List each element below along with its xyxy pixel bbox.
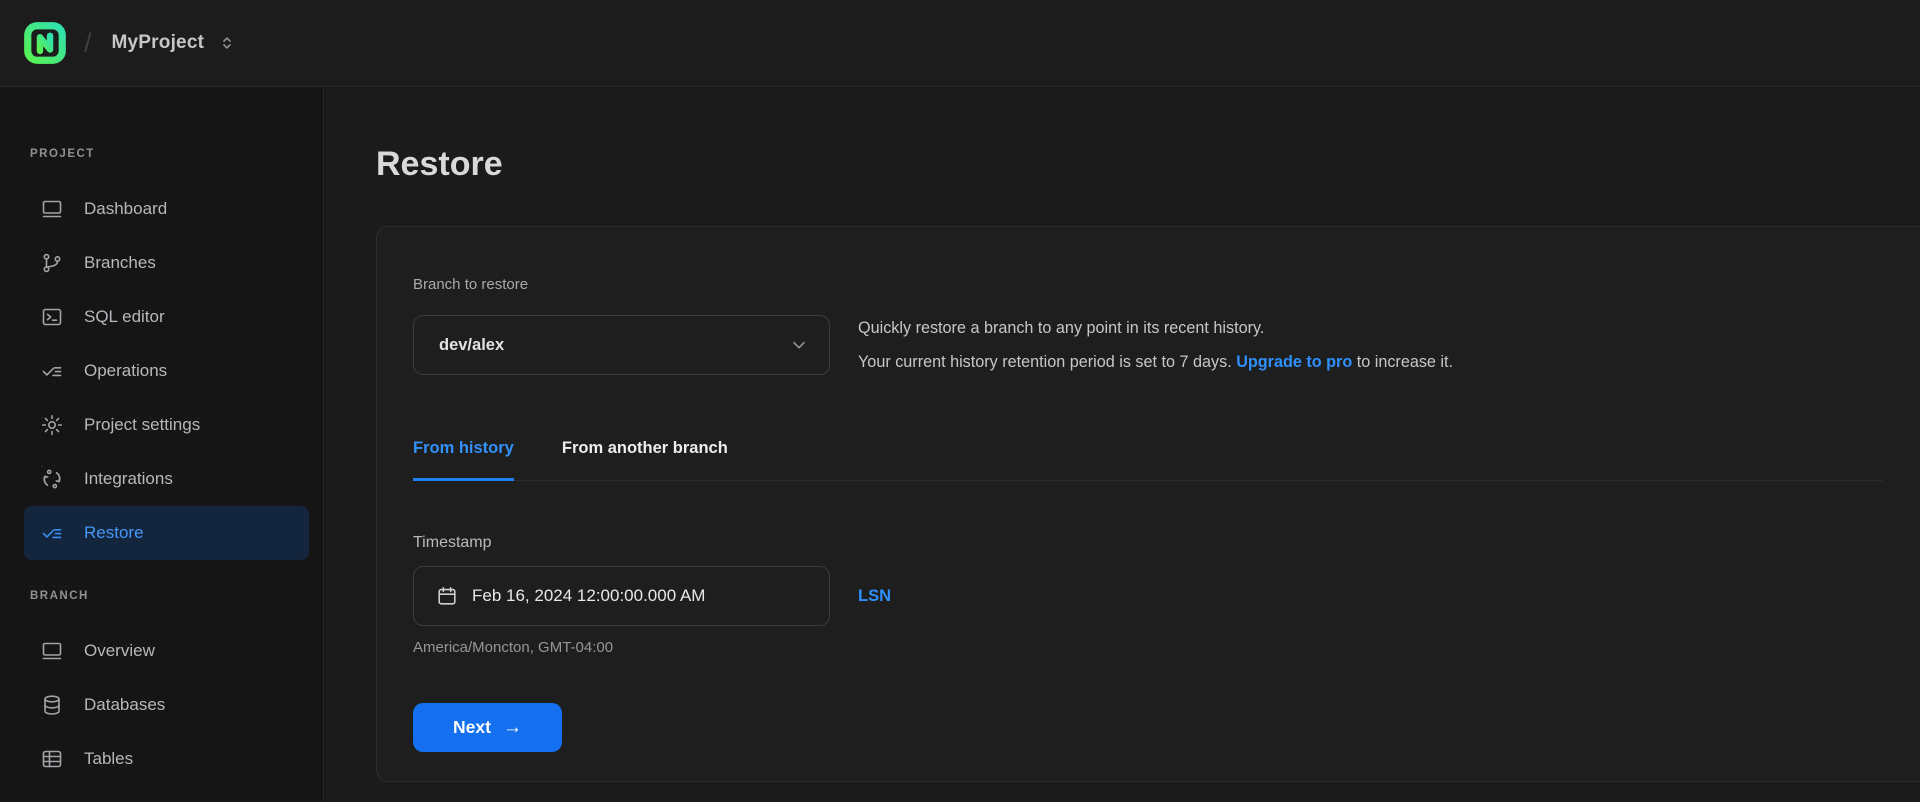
restore-description: Quickly restore a branch to any point in… xyxy=(858,311,1453,379)
window-icon xyxy=(42,642,62,660)
terminal-icon xyxy=(42,308,62,326)
integrations-icon xyxy=(43,469,61,489)
chevrons-up-down-icon xyxy=(223,37,231,49)
sidebar-item-integrations[interactable]: Integrations xyxy=(24,452,309,506)
sidebar-item-project-settings[interactable]: Project settings xyxy=(24,398,309,452)
main-content: Restore Branch to restore dev/alex Quick… xyxy=(325,88,1920,802)
project-name: MyProject xyxy=(111,32,205,53)
chevron-down-icon xyxy=(793,341,805,349)
sidebar-item-overview[interactable]: Overview xyxy=(24,624,309,678)
timestamp-input[interactable]: Feb 16, 2024 12:00:00.000 AM xyxy=(413,566,830,626)
sidebar-item-partial[interactable] xyxy=(24,786,309,802)
restore-checklist-icon xyxy=(42,529,62,539)
sidebar-item-label: Databases xyxy=(84,695,166,714)
restore-panel: Branch to restore dev/alex Quickly resto… xyxy=(376,226,1920,782)
upgrade-to-pro-link[interactable]: Upgrade to pro xyxy=(1236,353,1352,371)
next-button[interactable]: Next → xyxy=(413,703,562,752)
sidebar-item-label: Dashboard xyxy=(84,199,168,218)
timestamp-label: Timestamp xyxy=(413,534,492,551)
git-branch-icon xyxy=(43,253,61,273)
sidebar-item-label: Overview xyxy=(84,641,155,660)
branch-select-value: dev/alex xyxy=(439,335,505,354)
sidebar-section-project: PROJECT xyxy=(30,148,95,160)
timestamp-value: Feb 16, 2024 12:00:00.000 AM xyxy=(472,586,706,605)
sidebar-item-databases[interactable]: Databases xyxy=(24,678,309,732)
branch-select-label: Branch to restore xyxy=(413,276,529,293)
dashboard-icon xyxy=(42,200,62,218)
arrow-right-icon: → xyxy=(502,716,522,738)
next-button-label: Next xyxy=(453,717,491,737)
description-line1: Quickly restore a branch to any point in… xyxy=(858,319,1265,337)
database-icon xyxy=(44,695,60,715)
breadcrumb-separator: / xyxy=(84,27,92,58)
tab-from-another-branch[interactable]: From another branch xyxy=(562,437,728,481)
tab-from-history[interactable]: From history xyxy=(413,437,514,481)
sidebar-item-label: Tables xyxy=(84,749,134,768)
description-line2-suffix: to increase it. xyxy=(1352,353,1454,371)
sidebar: PROJECT Dashboard Branches SQL editor Op… xyxy=(0,88,324,802)
sidebar-item-label: Integrations xyxy=(84,469,173,488)
sidebar-item-branches[interactable]: Branches xyxy=(24,236,309,290)
sidebar-item-label: Branches xyxy=(84,253,156,272)
sidebar-item-sql-editor[interactable]: SQL editor xyxy=(24,290,309,344)
restore-tabs: From history From another branch xyxy=(413,425,1883,481)
description-line2-prefix: Your current history retention period is… xyxy=(858,353,1237,371)
sidebar-item-tables[interactable]: Tables xyxy=(24,732,309,786)
neon-logo-icon[interactable] xyxy=(22,20,68,66)
branch-select[interactable]: dev/alex xyxy=(413,315,830,375)
calendar-icon xyxy=(438,586,456,605)
sidebar-item-operations[interactable]: Operations xyxy=(24,344,309,398)
sidebar-item-label: SQL editor xyxy=(84,307,165,326)
table-icon xyxy=(42,750,62,768)
sidebar-item-restore[interactable]: Restore xyxy=(24,506,309,560)
checklist-icon xyxy=(42,367,62,377)
gear-icon xyxy=(42,415,62,435)
timezone-text: America/Moncton, GMT-04:00 xyxy=(413,639,614,656)
page-title: Restore xyxy=(376,145,503,183)
sidebar-section-branch: BRANCH xyxy=(30,590,89,602)
sidebar-item-label: Restore xyxy=(84,523,144,542)
lsn-link[interactable]: LSN xyxy=(858,587,891,606)
project-selector[interactable]: MyProject xyxy=(112,32,237,54)
sidebar-item-label: Operations xyxy=(84,361,168,380)
topbar: / MyProject xyxy=(0,0,1920,87)
sidebar-item-label: Project settings xyxy=(84,415,201,434)
sidebar-item-dashboard[interactable]: Dashboard xyxy=(24,182,309,236)
